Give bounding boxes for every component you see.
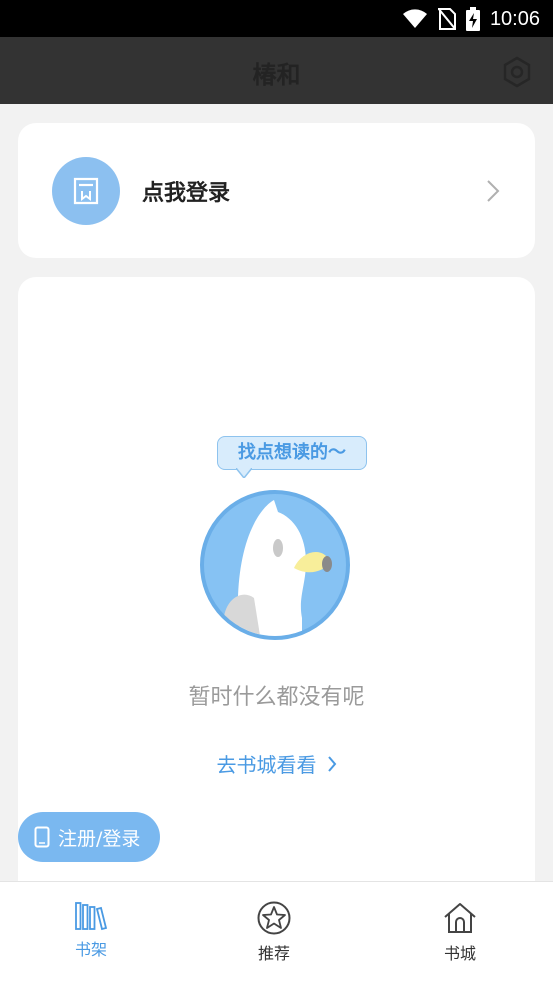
- bookshelf-icon: [75, 902, 108, 931]
- wifi-icon: [402, 9, 427, 28]
- settings-button[interactable]: [500, 55, 534, 89]
- go-to-bookstore-label: 去书城看看: [216, 753, 317, 777]
- bird-mascot-illustration: [200, 490, 350, 640]
- bookshelf-card: 找点想读的～ 暂时什么都没有呢 去书城看看: [18, 277, 535, 897]
- phone-icon: [34, 826, 50, 848]
- no-sim-icon: [437, 8, 456, 30]
- battery-charging-icon: [465, 7, 480, 31]
- status-time: 10:06: [489, 7, 540, 30]
- tab-bookstore[interactable]: 书城: [415, 900, 505, 964]
- tab-bookstore-label: 书城: [443, 944, 476, 963]
- settings-icon: [503, 56, 531, 88]
- register-login-button[interactable]: 注册/登录: [18, 812, 160, 862]
- house-icon: [444, 903, 476, 933]
- login-label: 点我登录: [142, 181, 231, 206]
- register-login-label: 注册/登录: [58, 827, 141, 850]
- chevron-right-icon: [327, 755, 336, 772]
- bottom-tab-bar: 书架 推荐 书城: [0, 881, 553, 983]
- chevron-right-icon: [487, 180, 500, 202]
- tab-bookshelf[interactable]: 书架: [46, 900, 136, 960]
- empty-state-text: 暂时什么都没有呢: [188, 685, 365, 710]
- tab-recommend-label: 推荐: [257, 944, 290, 963]
- status-icons: 10:06: [402, 7, 540, 31]
- tab-recommend[interactable]: 推荐: [229, 900, 319, 964]
- app-bar: 椿和: [0, 37, 553, 104]
- speech-bubble-tail: [236, 468, 252, 478]
- book-icon: [73, 177, 99, 205]
- go-to-bookstore-link[interactable]: 去书城看看: [18, 749, 535, 778]
- speech-bubble: 找点想读的～: [217, 436, 367, 470]
- status-bar: 10:06: [0, 0, 553, 37]
- app-title: 椿和: [252, 61, 301, 89]
- tab-bookshelf-label: 书架: [74, 940, 107, 959]
- login-card[interactable]: 点我登录: [18, 123, 535, 258]
- star-badge-icon: [257, 901, 291, 935]
- avatar: [52, 157, 120, 225]
